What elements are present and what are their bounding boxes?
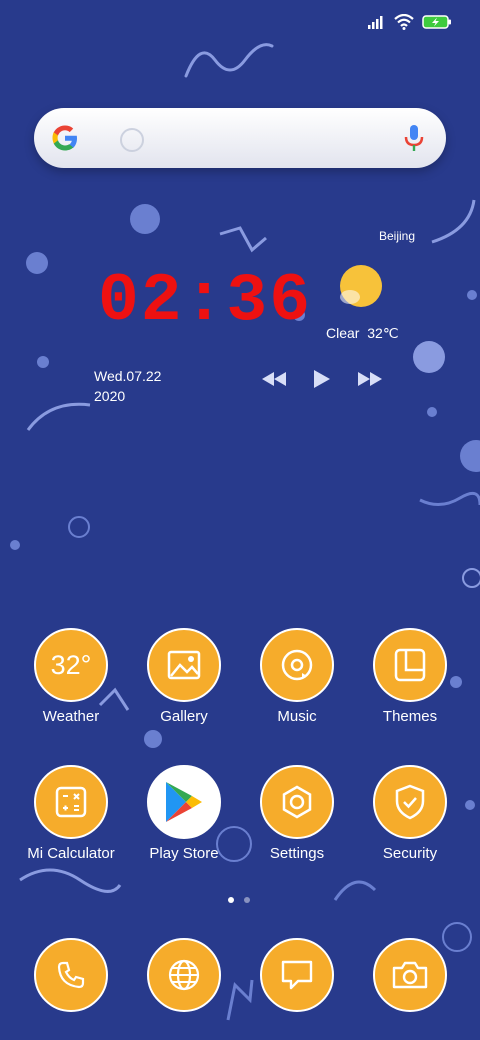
- app-play-store[interactable]: Play Store: [129, 765, 239, 862]
- signal-icon: [368, 16, 383, 29]
- play-store-icon: [147, 765, 221, 839]
- music-disc-icon: [260, 628, 334, 702]
- battery-charging-icon: [422, 15, 451, 29]
- play-icon[interactable]: [314, 370, 330, 393]
- app-label: Weather: [42, 708, 100, 725]
- app-label: Play Store: [149, 845, 219, 862]
- year-line: 2020: [94, 388, 126, 404]
- settings-gear-icon: [260, 765, 334, 839]
- wifi-icon: [394, 14, 414, 30]
- calculator-icon: [34, 765, 108, 839]
- dock-camera[interactable]: [355, 938, 465, 1012]
- app-label: Mi Calculator: [27, 845, 115, 862]
- app-security[interactable]: Security: [355, 765, 465, 862]
- dock-browser[interactable]: [129, 938, 239, 1012]
- clock-time[interactable]: 02:36: [98, 262, 312, 342]
- camera-icon: [373, 938, 447, 1012]
- sun-icon[interactable]: [336, 264, 384, 312]
- status-bar: [368, 10, 452, 34]
- themes-icon: [373, 628, 447, 702]
- google-search-bar[interactable]: [34, 108, 446, 168]
- phone-icon: [34, 938, 108, 1012]
- app-themes[interactable]: Themes: [355, 628, 465, 725]
- app-label: Gallery: [160, 708, 208, 725]
- app-label: Settings: [269, 845, 325, 862]
- google-logo-icon: [52, 125, 77, 151]
- gallery-icon: [147, 628, 221, 702]
- app-mi-calculator[interactable]: Mi Calculator: [16, 765, 126, 862]
- weather-city: Beijing: [379, 229, 416, 243]
- browser-icon: [147, 938, 221, 1012]
- weather-app-icon: 32°: [34, 628, 108, 702]
- messages-icon: [260, 938, 334, 1012]
- date-line: Wed.07.22: [94, 368, 162, 384]
- page-dot[interactable]: [244, 897, 250, 903]
- previous-track-icon[interactable]: [262, 372, 286, 391]
- app-label: Security: [382, 845, 438, 862]
- dock-phone[interactable]: [16, 938, 126, 1012]
- page-indicator[interactable]: [228, 897, 250, 903]
- microphone-icon[interactable]: [404, 123, 424, 153]
- weather-icon-temp: 32°: [50, 649, 92, 680]
- date-display: Wed.07.22 2020: [94, 366, 161, 406]
- app-weather[interactable]: 32° Weather: [16, 628, 126, 725]
- weather-temperature: 32℃: [367, 325, 399, 341]
- app-gallery[interactable]: Gallery: [129, 628, 239, 725]
- app-settings[interactable]: Settings: [242, 765, 352, 862]
- music-controls: [262, 370, 382, 393]
- page-dot-active[interactable]: [228, 897, 234, 903]
- lens-icon: [120, 128, 144, 152]
- app-label: Music: [277, 708, 317, 725]
- app-label: Themes: [382, 708, 438, 725]
- security-shield-icon: [373, 765, 447, 839]
- weather-summary: Clear 32℃: [326, 325, 399, 342]
- weather-condition: Clear: [326, 325, 360, 341]
- app-music[interactable]: Music: [242, 628, 352, 725]
- dock-messages[interactable]: [242, 938, 352, 1012]
- next-track-icon[interactable]: [358, 372, 382, 391]
